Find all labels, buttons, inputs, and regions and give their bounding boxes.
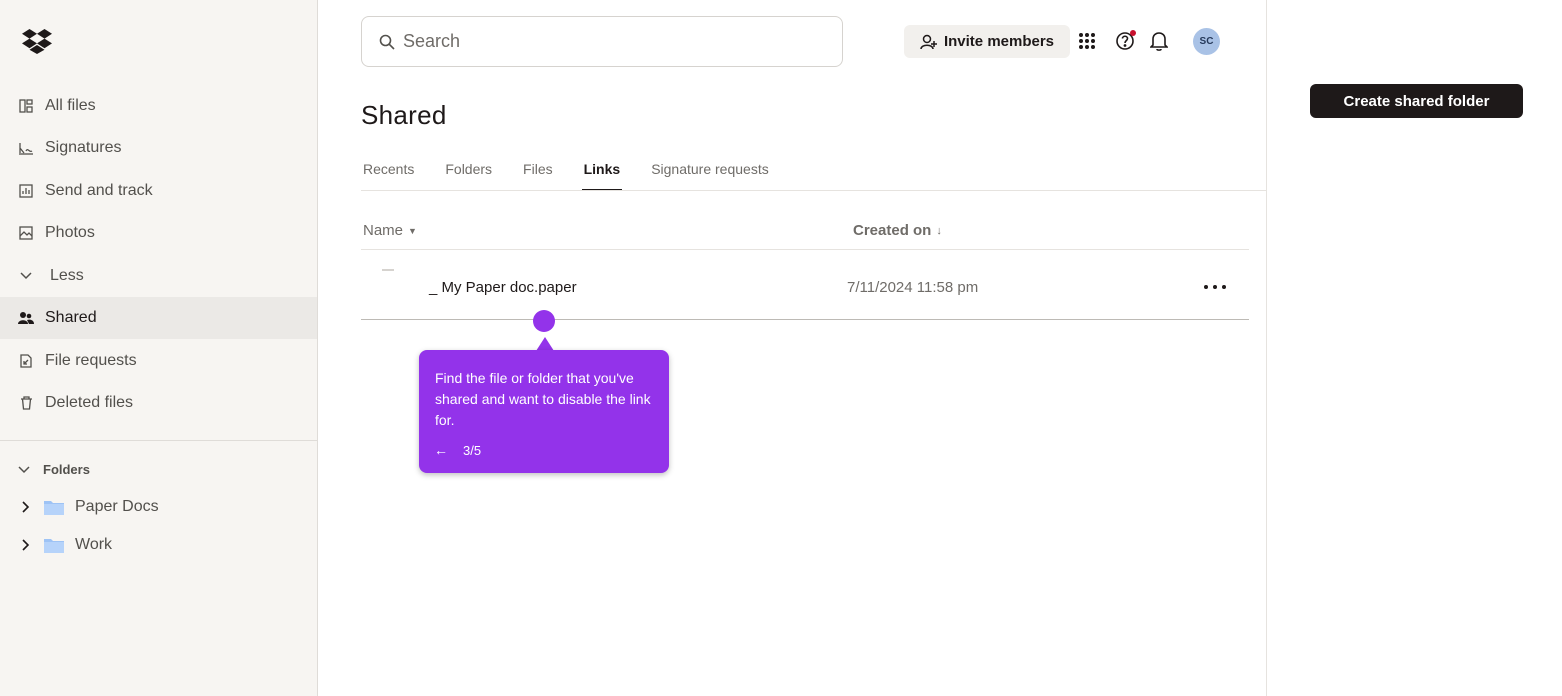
sidebar-item-label: Shared — [45, 309, 97, 326]
sidebar-item-label: Signatures — [45, 139, 122, 156]
sidebar-item-label: All files — [45, 97, 96, 114]
sidebar-item-signatures[interactable]: Signatures — [0, 127, 317, 169]
chart-icon — [18, 183, 34, 199]
search-box[interactable] — [361, 16, 843, 67]
folder-icon — [44, 539, 64, 553]
sidebar-item-file-requests[interactable]: File requests — [0, 340, 317, 382]
chevron-right-icon[interactable] — [18, 539, 34, 551]
tooltip-arrow — [536, 337, 554, 351]
folder-icon — [44, 501, 64, 515]
sidebar-item-label: Deleted files — [45, 394, 134, 411]
signature-icon — [18, 140, 34, 156]
tab-links[interactable]: Links — [581, 160, 623, 191]
sidebar-item-label: Send and track — [45, 182, 153, 199]
sidebar-divider — [0, 440, 317, 441]
sidebar-item-less[interactable]: Less — [0, 255, 317, 297]
dropbox-logo-icon[interactable] — [22, 28, 52, 54]
all-files-icon — [18, 98, 34, 114]
trash-icon — [18, 395, 34, 411]
tab-folders[interactable]: Folders — [443, 160, 494, 191]
tour-beacon[interactable] — [533, 310, 555, 332]
sidebar-item-shared[interactable]: Shared — [0, 297, 317, 339]
sidebar-item-label: Less — [50, 267, 84, 284]
add-person-icon — [920, 34, 938, 50]
folder-label: Work — [75, 536, 113, 553]
sidebar-item-send-and-track[interactable]: Send and track — [0, 170, 317, 212]
chevron-down-icon — [18, 462, 30, 477]
page-title: Shared — [361, 100, 447, 130]
table-row[interactable]: _ My Paper doc.paper 7/11/2024 11:58 pm — [361, 250, 1249, 320]
bell-icon[interactable] — [1148, 30, 1170, 52]
file-name[interactable]: _ My Paper doc.paper — [429, 279, 577, 296]
tooltip-text: Find the file or folder that you've shar… — [435, 370, 651, 428]
sort-caret-icon: ▼ — [408, 225, 417, 236]
tab-files[interactable]: Files — [521, 160, 555, 191]
chevron-right-icon[interactable] — [18, 501, 34, 513]
tab-signature-requests[interactable]: Signature requests — [649, 160, 771, 191]
chevron-down-icon — [18, 268, 34, 284]
tab-recents[interactable]: Recents — [361, 160, 416, 191]
file-request-icon — [18, 353, 34, 369]
created-on-value: 7/11/2024 11:58 pm — [847, 279, 979, 296]
tour-tooltip: Find the file or folder that you've shar… — [419, 350, 669, 473]
folder-item-work[interactable]: Work — [18, 536, 112, 554]
panel-divider — [1266, 0, 1267, 696]
invite-members-button[interactable]: Invite members — [904, 25, 1070, 58]
sidebar-item-all-files[interactable]: All files — [0, 85, 317, 127]
back-arrow-icon[interactable]: ← — [434, 442, 448, 458]
column-header-label: Name — [363, 222, 404, 239]
search-input[interactable] — [403, 31, 803, 52]
more-options-icon[interactable] — [1204, 278, 1226, 296]
sidebar-item-deleted-files[interactable]: Deleted files — [0, 382, 317, 424]
sidebar-item-label: File requests — [45, 352, 137, 369]
tooltip-step-counter: 3/5 — [463, 443, 482, 458]
column-header-created-on[interactable]: Created on ↓ — [853, 222, 942, 239]
help-icon[interactable] — [1114, 30, 1136, 52]
column-header-name[interactable]: Name ▼ — [363, 222, 417, 239]
avatar[interactable]: SC — [1193, 28, 1220, 55]
folders-heading[interactable]: Folders — [18, 462, 90, 477]
tab-bar: Recents Folders Files Links Signature re… — [361, 160, 798, 191]
notification-dot — [1130, 30, 1136, 36]
sidebar: All files Signatures Send and track Phot… — [0, 0, 318, 696]
search-icon — [379, 34, 395, 50]
apps-grid-icon[interactable] — [1076, 30, 1098, 52]
sort-down-arrow-icon: ↓ — [936, 224, 942, 237]
sidebar-item-label: Photos — [45, 224, 95, 241]
shared-people-icon — [18, 310, 34, 326]
column-header-label: Created on — [853, 222, 932, 239]
folders-heading-label: Folders — [43, 462, 90, 477]
invite-members-label: Invite members — [943, 33, 1055, 50]
folder-item-paper-docs[interactable]: Paper Docs — [18, 498, 159, 516]
sidebar-item-photos[interactable]: Photos — [0, 212, 317, 254]
tabs-divider — [361, 190, 1266, 191]
file-thumbnail-icon — [382, 269, 394, 271]
folder-label: Paper Docs — [75, 498, 159, 515]
create-shared-folder-button[interactable]: Create shared folder — [1310, 84, 1523, 118]
photo-icon — [18, 225, 34, 241]
